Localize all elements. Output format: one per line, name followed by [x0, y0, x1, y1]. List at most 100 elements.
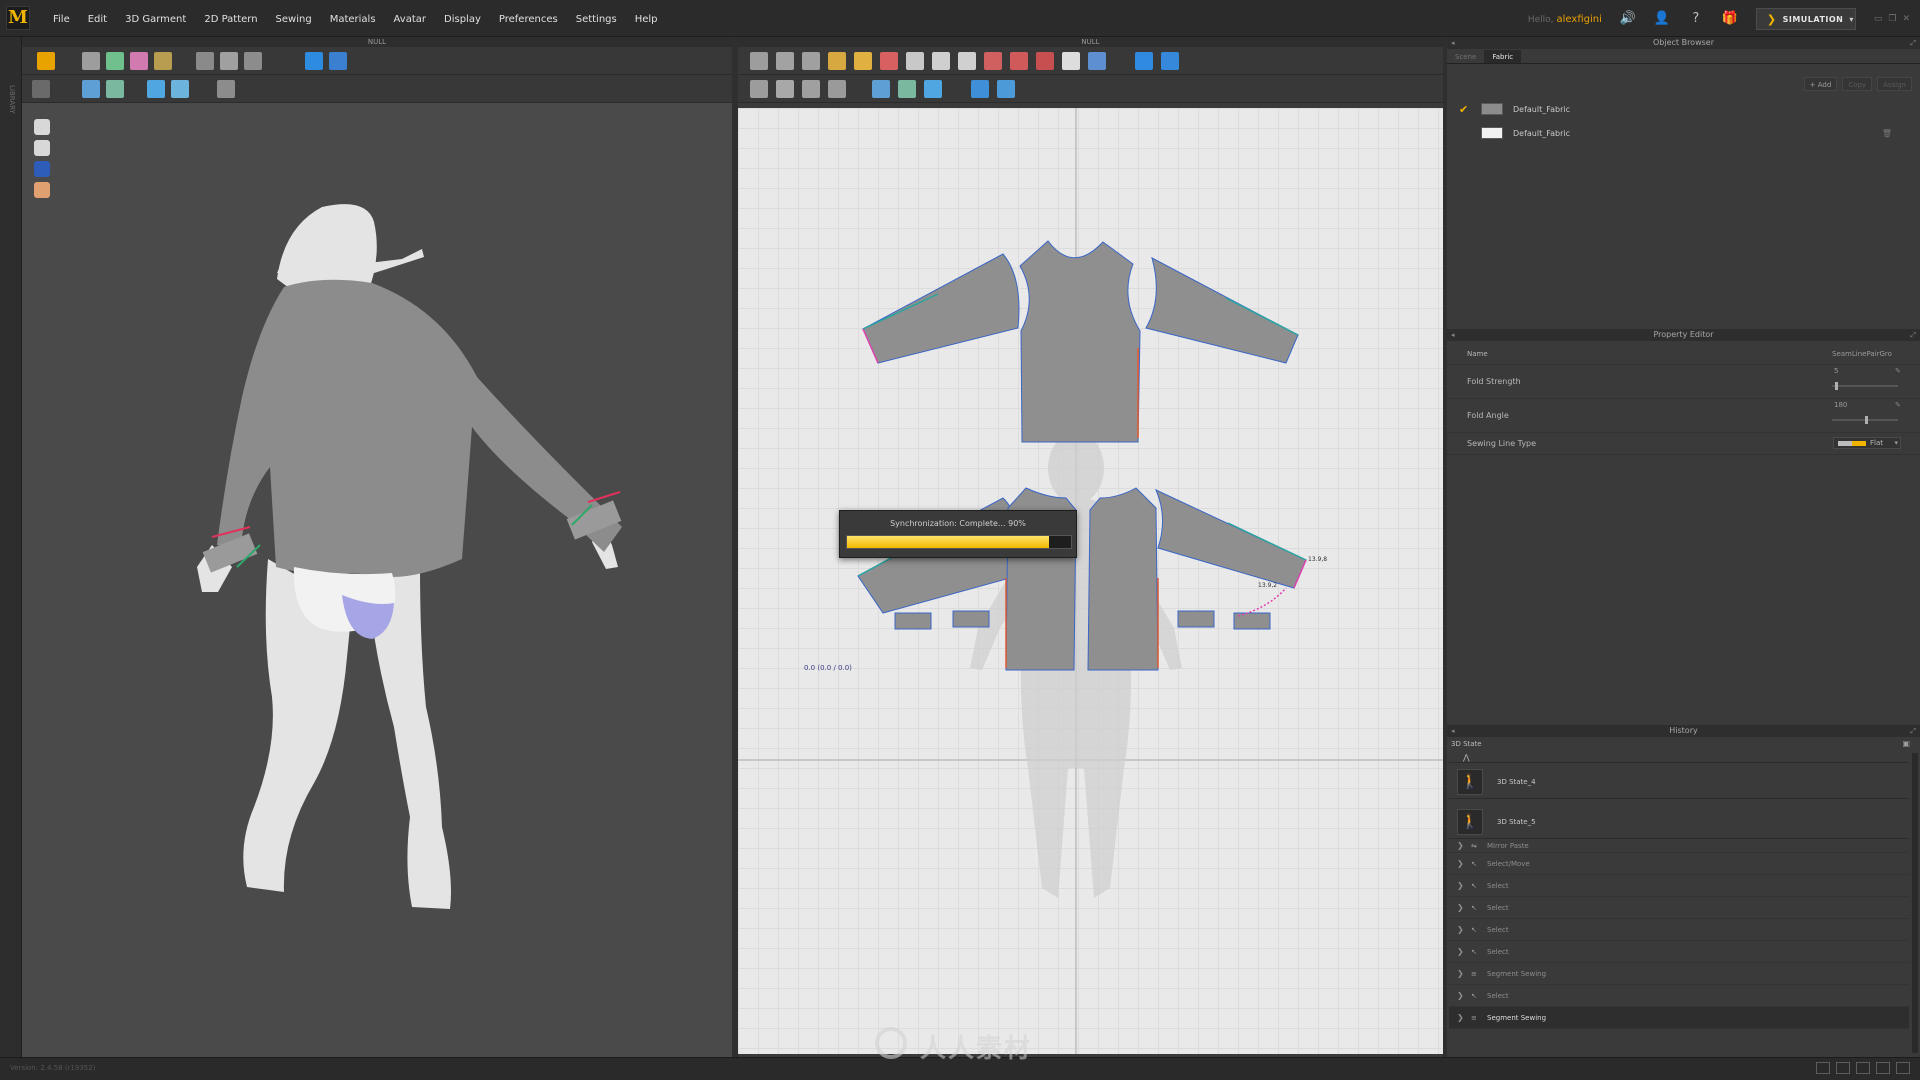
dart-icon[interactable]: [1062, 52, 1080, 70]
edit-curvature-icon[interactable]: [802, 52, 820, 70]
history-state-row[interactable]: 🚶 3D State_5: [1449, 805, 1909, 839]
menu-edit[interactable]: Edit: [79, 12, 116, 27]
property-name-value[interactable]: SeamLinePairGro: [1832, 350, 1892, 358]
segment-icon[interactable]: [880, 52, 898, 70]
menu-help[interactable]: Help: [626, 12, 667, 27]
menu-materials[interactable]: Materials: [321, 12, 385, 27]
history-op-row-active[interactable]: ❯ ≡ Segment Sewing: [1449, 1007, 1909, 1029]
menu-sewing[interactable]: Sewing: [267, 12, 321, 27]
history-op-row[interactable]: ❯ ⇋ Mirror Paste: [1449, 839, 1909, 853]
tab-fabric[interactable]: Fabric: [1484, 50, 1522, 63]
edit-icon[interactable]: ✎: [1895, 401, 1901, 409]
maximize-icon[interactable]: ⤢: [1910, 329, 1916, 341]
library-strip[interactable]: LIBRARY: [0, 37, 22, 1057]
slider-knob[interactable]: [1865, 416, 1868, 424]
history-op-row[interactable]: ❯ ↖ Select/Move: [1449, 853, 1909, 875]
history-scrollbar[interactable]: [1912, 753, 1918, 1053]
menu-file[interactable]: File: [44, 12, 79, 27]
graphic-2d-icon[interactable]: [924, 80, 942, 98]
tack-2d-icon[interactable]: [997, 80, 1015, 98]
curve-point-icon[interactable]: [828, 52, 846, 70]
history-op-row[interactable]: ❯ ↖ Select: [1449, 941, 1909, 963]
pin-icon[interactable]: ◂: [1451, 37, 1455, 49]
close-icon[interactable]: ✕: [1902, 14, 1910, 24]
pattern-select-icon[interactable]: [750, 80, 768, 98]
fold-angle-slider[interactable]: [1832, 416, 1898, 424]
pattern-canvas[interactable]: 0.0 (0.0 / 0.0) 13.9,8 13.9,2 Synchroniz…: [738, 108, 1443, 1054]
internal-polygon-icon[interactable]: [984, 52, 1002, 70]
maximize-icon[interactable]: ⤢: [1910, 37, 1916, 49]
menu-avatar[interactable]: Avatar: [385, 12, 435, 27]
assign-fabric-button[interactable]: Assign: [1877, 77, 1912, 91]
menu-settings[interactable]: Settings: [567, 12, 626, 27]
history-op-row[interactable]: ❯ ≡ Segment Sewing: [1449, 963, 1909, 985]
fold-strength-value[interactable]: 5: [1834, 367, 1838, 375]
fold-line-icon[interactable]: [802, 80, 820, 98]
speaker-icon[interactable]: 🔊: [1620, 11, 1636, 27]
history-op-row[interactable]: ❯ ↖ Select: [1449, 985, 1909, 1007]
history-state-row[interactable]: ⋀: [1449, 753, 1909, 763]
restore-icon[interactable]: ❐: [1888, 14, 1896, 24]
mirror-paste-icon: ⇋: [1471, 841, 1477, 850]
add-fabric-button[interactable]: + Add: [1803, 77, 1838, 91]
settings-icon[interactable]: [1896, 1062, 1910, 1074]
help-icon[interactable]: ?: [1688, 11, 1704, 27]
internal-circle-icon[interactable]: [1036, 52, 1054, 70]
slider-knob[interactable]: [1835, 382, 1839, 390]
history-op-row[interactable]: ❯ ↖ Select: [1449, 875, 1909, 897]
transform-pattern-icon[interactable]: [750, 52, 768, 70]
fabric-list-item[interactable]: ✔ Default_Fabric: [1447, 98, 1920, 120]
edit-point-icon[interactable]: [776, 52, 794, 70]
viewport-2d[interactable]: NULL 0.0 (0.0 / 0.0) 13.9,8 13.9,2 Synch…: [738, 37, 1443, 1057]
history-header: ◂ History ⤢: [1447, 725, 1920, 737]
username[interactable]: alexfigini: [1557, 14, 1602, 25]
chevron-down-icon: ❯: [1457, 991, 1464, 1000]
tab-scene[interactable]: Scene: [1447, 50, 1484, 63]
rectangle-icon[interactable]: [932, 52, 950, 70]
baseline-icon[interactable]: [828, 80, 846, 98]
layout-2d-icon[interactable]: [1856, 1062, 1870, 1074]
edit-icon[interactable]: ✎: [1895, 367, 1901, 375]
menu-2d-pattern[interactable]: 2D Pattern: [195, 12, 266, 27]
sewing-line-type-select[interactable]: Flat ▾: [1833, 437, 1901, 449]
layout-3d-icon[interactable]: [1876, 1062, 1890, 1074]
delete-icon[interactable]: 🗑: [1882, 129, 1892, 138]
menu-3d-garment[interactable]: 3D Garment: [116, 12, 195, 27]
menu-preferences[interactable]: Preferences: [490, 12, 567, 27]
trace-icon[interactable]: [1088, 52, 1106, 70]
pin-2d-icon[interactable]: [971, 80, 989, 98]
segment-sewing-icon[interactable]: [1135, 52, 1153, 70]
pin-icon[interactable]: ◂: [1451, 725, 1455, 737]
menu-display[interactable]: Display: [435, 12, 490, 27]
history-op-label: Select: [1487, 947, 1509, 956]
right-panels: ◂ Object Browser ⤢ Scene Fabric + Add Co…: [1447, 37, 1920, 1057]
viewport-3d[interactable]: NULL: [22, 37, 732, 1057]
history-op-row[interactable]: ❯ ↖ Select: [1449, 919, 1909, 941]
edit-texture-icon[interactable]: [872, 80, 890, 98]
seam-allowance-icon[interactable]: [776, 80, 794, 98]
user-icon[interactable]: 👤: [1654, 11, 1670, 27]
internal-rectangle-icon[interactable]: [1010, 52, 1028, 70]
polygon-icon[interactable]: [906, 52, 924, 70]
pin-icon[interactable]: ◂: [1451, 329, 1455, 341]
fold-angle-value[interactable]: 180: [1834, 401, 1847, 409]
mode-selector[interactable]: ❯ SIMULATION ▾: [1755, 8, 1856, 30]
chevron-down-icon: ❯: [1457, 881, 1464, 890]
history-state-row[interactable]: 🚶 3D State_4: [1449, 765, 1909, 799]
fabric-list-item[interactable]: Default_Fabric 🗑: [1447, 122, 1920, 144]
free-sewing-icon[interactable]: [1161, 52, 1179, 70]
maximize-icon[interactable]: ⤢: [1910, 725, 1916, 737]
select-op-icon: ↖: [1471, 947, 1477, 956]
minimize-icon[interactable]: ▭: [1874, 14, 1883, 24]
fold-strength-slider[interactable]: [1832, 382, 1898, 390]
adjust-texture-icon[interactable]: [898, 80, 916, 98]
layout-split-icon[interactable]: [1836, 1062, 1850, 1074]
version-label: Version: 2.4.58 (r19352): [10, 1064, 96, 1072]
snapshot-icon[interactable]: ▣: [1902, 739, 1910, 748]
copy-fabric-button[interactable]: Copy: [1842, 77, 1873, 91]
layout-single-icon[interactable]: [1816, 1062, 1830, 1074]
circle-icon[interactable]: [958, 52, 976, 70]
gift-icon[interactable]: 🎁: [1722, 11, 1738, 27]
add-point-icon[interactable]: [854, 52, 872, 70]
history-op-row[interactable]: ❯ ↖ Select: [1449, 897, 1909, 919]
